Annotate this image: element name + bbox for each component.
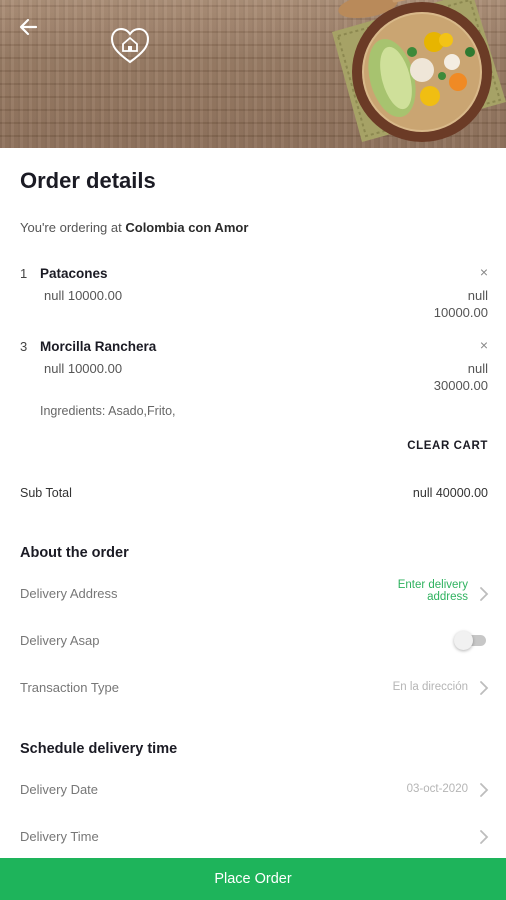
- subtotal-label: Sub Total: [20, 486, 72, 500]
- order-details-card: Order details You're ordering at Colombi…: [0, 148, 506, 858]
- delivery-address-value: Enter delivery address: [398, 579, 468, 603]
- chevron-right-icon: [480, 783, 489, 797]
- chevron-right-icon: [480, 587, 489, 601]
- subtotal-value: null 40000.00: [412, 486, 488, 500]
- delivery-time-row[interactable]: Delivery Time: [0, 821, 506, 855]
- item-total-currency: null: [467, 361, 488, 376]
- remove-item-icon[interactable]: ×: [480, 264, 488, 280]
- item-name: Morcilla Ranchera: [40, 339, 157, 354]
- item-name: Patacones: [40, 266, 108, 281]
- page-title: Order details: [20, 168, 156, 193]
- delivery-asap-label: Delivery Asap: [20, 633, 100, 648]
- item-total-amount: 30000.00: [433, 378, 488, 393]
- item-total-currency: null: [467, 288, 488, 303]
- item-total-amount: 10000.00: [433, 305, 488, 320]
- delivery-address-row[interactable]: Delivery Address Enter delivery address: [0, 578, 506, 612]
- item-quantity: 1: [20, 266, 28, 281]
- transaction-type-label: Transaction Type: [20, 680, 119, 695]
- delivery-address-value-line1: Enter delivery: [397, 579, 468, 591]
- chevron-right-icon: [480, 830, 489, 844]
- food-bowl-image: [332, 0, 506, 142]
- chevron-right-icon: [480, 681, 489, 695]
- delivery-date-row[interactable]: Delivery Date 03-oct-2020: [0, 774, 506, 808]
- item-unit-price: null 10000.00: [44, 361, 123, 376]
- item-ingredients: Ingredients: Asado,Frito,: [40, 404, 176, 418]
- delivery-asap-toggle[interactable]: [454, 631, 488, 650]
- delivery-time-label: Delivery Time: [20, 829, 99, 844]
- toggle-thumb: [454, 631, 473, 650]
- delivery-asap-row: Delivery Asap: [0, 625, 506, 659]
- transaction-type-value: En la dirección: [392, 681, 468, 693]
- clear-cart-button[interactable]: CLEAR CART: [407, 440, 488, 452]
- delivery-address-label: Delivery Address: [20, 586, 118, 601]
- schedule-title: Schedule delivery time: [20, 741, 178, 757]
- ordering-at-prefix: You're ordering at: [20, 220, 126, 235]
- place-order-button[interactable]: Place Order: [0, 858, 506, 900]
- transaction-type-row[interactable]: Transaction Type En la dirección: [0, 672, 506, 706]
- arrow-left-icon[interactable]: [16, 14, 42, 40]
- about-order-title: About the order: [20, 545, 129, 561]
- delivery-date-value: 03-oct-2020: [406, 783, 468, 795]
- item-quantity: 3: [20, 339, 28, 354]
- item-unit-price: null 10000.00: [44, 288, 123, 303]
- remove-item-icon[interactable]: ×: [480, 337, 488, 353]
- delivery-address-value-line2: address: [427, 591, 468, 603]
- restaurant-logo-icon: [110, 27, 150, 64]
- header-image: [0, 0, 506, 148]
- restaurant-name: Colombia con Amor: [125, 220, 249, 235]
- delivery-date-label: Delivery Date: [20, 782, 99, 797]
- ordering-at-text: You're ordering at Colombia con Amor: [20, 220, 248, 235]
